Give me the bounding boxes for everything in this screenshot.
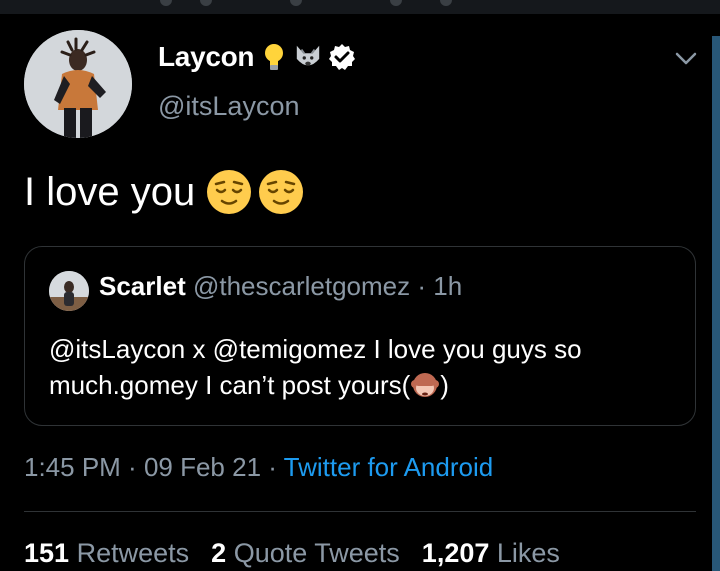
tweet-timestamp: 1:45 PM · 09 Feb 21 · Twitter for Androi… — [24, 452, 493, 483]
status-icon — [160, 0, 172, 6]
chevron-down-icon[interactable] — [672, 44, 700, 72]
quoted-author-handle[interactable]: @thescarletgomez — [193, 271, 410, 301]
quoted-tweet-header: Scarlet @thescarletgomez · 1h — [99, 271, 462, 302]
status-icon — [290, 0, 302, 6]
tweet-time: 1:45 PM — [24, 452, 121, 482]
retweets-count: 151 — [24, 538, 70, 568]
author-name-row: Laycon — [158, 41, 356, 73]
quoted-tweet-time: 1h — [433, 271, 463, 301]
quoted-author-name[interactable]: Scarlet — [99, 271, 186, 301]
quoted-text-after: ) — [440, 370, 449, 400]
avatar-photo — [24, 30, 132, 138]
author-name[interactable]: Laycon — [158, 41, 255, 73]
tweet-source-link[interactable]: Twitter for Android — [284, 452, 494, 482]
quoted-tweet-card[interactable]: Scarlet @thescarletgomez · 1h @itsLaycon… — [24, 246, 696, 426]
status-bar — [0, 0, 720, 14]
meta-separator: · — [417, 271, 427, 301]
author-avatar[interactable] — [24, 30, 132, 138]
tweet-text-content: I love you — [24, 169, 196, 214]
status-icon — [390, 0, 402, 6]
wolf-icon — [294, 43, 322, 71]
retweets-stat[interactable]: 151 Retweets — [24, 538, 189, 569]
tweet-stats: 151 Retweets 2 Quote Tweets 1,207 Likes — [24, 538, 560, 569]
tweet-date: 09 Feb 21 — [143, 452, 262, 482]
likes-label: Likes — [496, 538, 560, 568]
quote-tweets-label: Quote Tweets — [233, 538, 400, 568]
author-handle[interactable]: @itsLaycon — [158, 91, 299, 122]
status-icon — [440, 0, 452, 6]
verified-badge-icon — [328, 43, 356, 71]
likes-stat[interactable]: 1,207 Likes — [422, 538, 560, 569]
quote-tweets-count: 2 — [211, 538, 227, 568]
likes-count: 1,207 — [421, 538, 490, 568]
meta-separator: · — [120, 452, 144, 482]
relieved-face-icon — [207, 170, 252, 214]
quoted-tweet-text: @itsLaycon x @temigomez I love you guys … — [49, 331, 679, 403]
tweet-text: I love you — [24, 168, 305, 216]
divider — [24, 511, 696, 512]
lightbulb-icon — [260, 43, 288, 71]
quoted-text-before: @itsLaycon x @temigomez I love you guys … — [49, 334, 582, 400]
quote-tweets-stat[interactable]: 2 Quote Tweets — [211, 538, 400, 569]
scrollbar-thumb[interactable] — [712, 36, 720, 571]
meta-separator: · — [261, 452, 284, 482]
see-no-evil-monkey-icon — [411, 373, 440, 397]
status-icon — [200, 0, 212, 6]
retweets-label: Retweets — [76, 538, 190, 568]
relieved-face-icon — [259, 170, 304, 214]
quoted-author-avatar[interactable] — [49, 271, 89, 311]
scrollbar[interactable] — [712, 36, 720, 571]
